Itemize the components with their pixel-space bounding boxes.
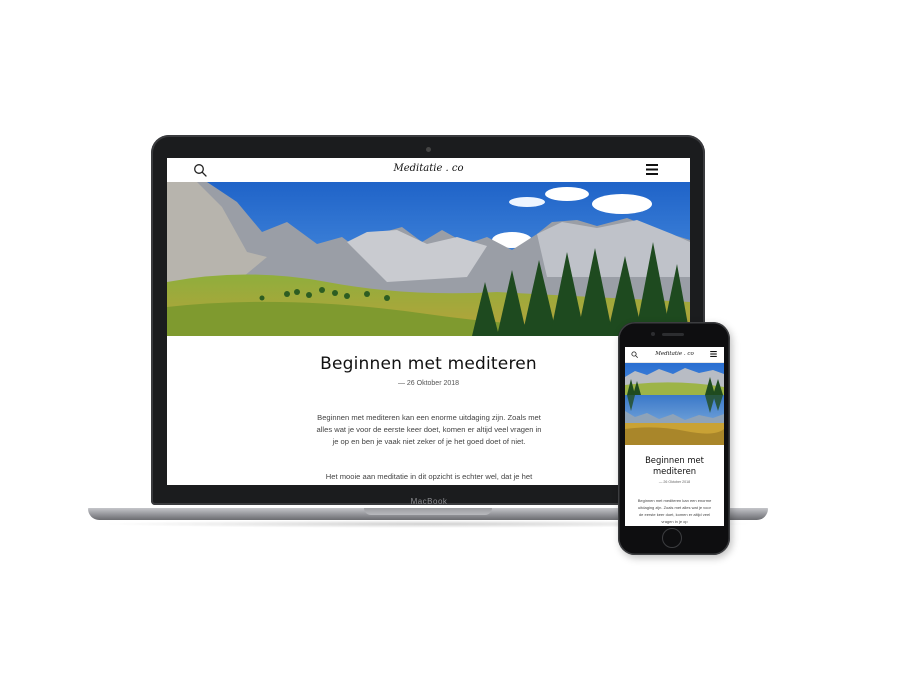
- laptop-opening-notch: [364, 508, 492, 515]
- phone-speaker: [662, 333, 684, 336]
- phone-screen: Meditatie . co Beginnen met mediteren — …: [625, 347, 724, 526]
- site-logo[interactable]: Meditatie . co: [167, 163, 690, 174]
- hero-image: [167, 182, 690, 336]
- phone-home-button[interactable]: [662, 528, 682, 548]
- article-date: — 26 Oktober 2018: [397, 380, 460, 387]
- article-paragraph: Beginnen met mediteren kan een enorme ui…: [316, 413, 542, 446]
- phone-camera: [651, 332, 655, 336]
- mobile-article-paragraph: Beginnen met mediteren kan een enorme ui…: [637, 498, 712, 524]
- mobile-article-title: Beginnen met mediteren: [645, 455, 704, 476]
- mobile-site-header: Meditatie . co: [625, 347, 724, 363]
- laptop-brand-label: MacBook: [410, 497, 448, 506]
- laptop-camera: [426, 147, 431, 152]
- hamburger-menu-icon[interactable]: [646, 164, 658, 175]
- article-paragraph: Het mooie aan meditatie in dit opzicht i…: [325, 472, 533, 481]
- mobile-article-date: — 26 Oktober 2018: [658, 480, 691, 484]
- mobile-hero-image: [625, 363, 724, 445]
- site-header: Meditatie . co: [167, 158, 690, 183]
- laptop-screen: Meditatie . co Beginnen met mediteren — …: [167, 158, 690, 485]
- article-title: Beginnen met mediteren: [320, 354, 537, 374]
- hamburger-menu-icon[interactable]: [710, 351, 717, 357]
